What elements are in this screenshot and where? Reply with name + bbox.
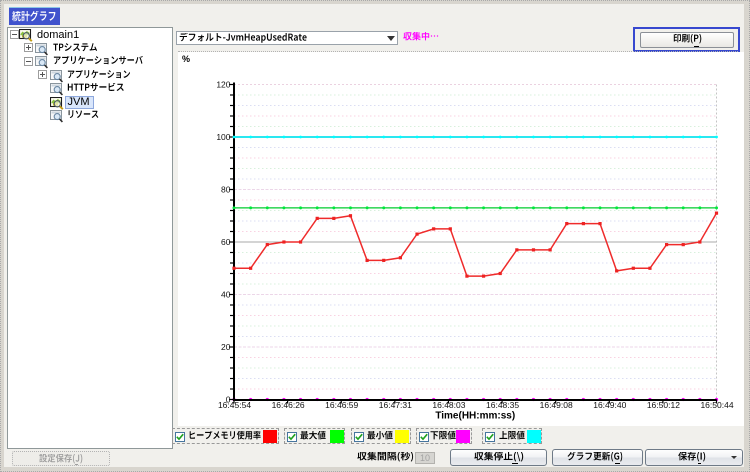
- svg-text:80: 80: [221, 184, 231, 194]
- svg-text:Time(HH:mm:ss): Time(HH:mm:ss): [435, 411, 515, 422]
- svg-text:16:49:40: 16:49:40: [593, 400, 626, 410]
- svg-text:16:50:44: 16:50:44: [700, 400, 733, 410]
- svg-text:16:48:03: 16:48:03: [432, 400, 465, 410]
- svg-text:16:50:12: 16:50:12: [647, 400, 680, 410]
- svg-text:16:49:08: 16:49:08: [540, 400, 573, 410]
- svg-text:100: 100: [216, 132, 230, 142]
- svg-text:120: 120: [216, 79, 230, 89]
- svg-text:16:46:59: 16:46:59: [325, 400, 358, 410]
- svg-text:60: 60: [221, 237, 231, 247]
- svg-text:20: 20: [221, 342, 231, 352]
- svg-text:16:45:54: 16:45:54: [218, 400, 251, 410]
- svg-text:16:46:26: 16:46:26: [272, 400, 305, 410]
- svg-text:16:48:35: 16:48:35: [486, 400, 519, 410]
- svg-text:16:47:31: 16:47:31: [379, 400, 412, 410]
- svg-text:40: 40: [221, 289, 231, 299]
